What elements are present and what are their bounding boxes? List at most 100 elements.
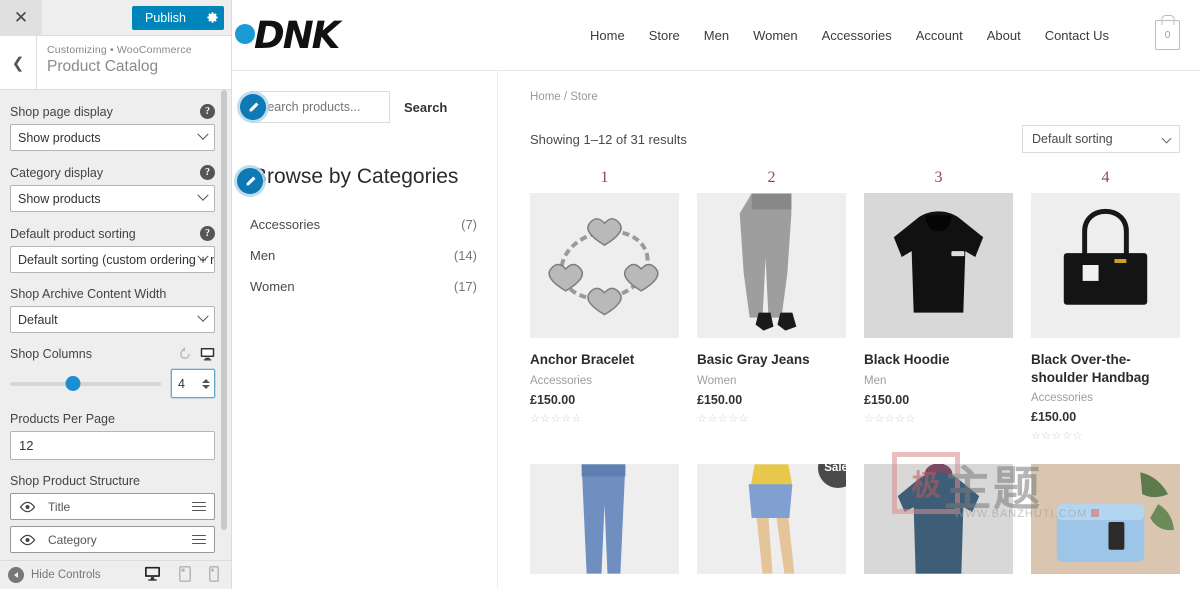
stepper-arrows[interactable] <box>202 378 212 389</box>
product-title[interactable]: Black Over-the-shoulder Handbag <box>1031 351 1180 386</box>
blue-jeans-illustration <box>581 464 626 574</box>
drag-handle-icon[interactable] <box>192 501 206 512</box>
help-icon[interactable]: ? <box>200 165 215 180</box>
slider-thumb[interactable] <box>65 376 81 391</box>
product-rating: ☆☆☆☆☆ <box>530 412 582 425</box>
category-count: (17) <box>453 279 477 294</box>
eye-icon[interactable] <box>19 534 36 546</box>
mobile-icon[interactable] <box>209 565 219 585</box>
category-display-select[interactable]: Show products <box>10 185 215 212</box>
product-card[interactable] <box>1031 464 1180 575</box>
control-label: Category display ? <box>10 165 215 180</box>
product-card[interactable] <box>864 464 1013 575</box>
cart-icon[interactable]: 0 <box>1155 20 1180 50</box>
gear-icon[interactable] <box>199 5 224 30</box>
product-card[interactable]: 1 Anchor Bracelet Accessories £150.00 ☆☆… <box>530 169 679 442</box>
hide-controls-button[interactable]: Hide Controls <box>8 567 101 583</box>
search-button[interactable]: Search <box>390 91 461 123</box>
structure-item-label: Title <box>48 499 71 514</box>
shop-breadcrumb[interactable]: Home / Store <box>530 91 1180 103</box>
product-category: Women <box>697 374 737 387</box>
product-image-basic-gray-jeans[interactable] <box>697 193 846 338</box>
nav-item-women[interactable]: Women <box>753 28 798 43</box>
category-item-accessories[interactable]: Accessories (7) <box>250 209 477 240</box>
product-price: £150.00 <box>864 392 910 407</box>
help-icon[interactable]: ? <box>200 226 215 241</box>
default-product-sorting-select[interactable]: Default sorting (custom ordering + na <box>10 246 215 273</box>
page-title: Product Catalog <box>47 58 159 75</box>
reset-icon[interactable] <box>178 347 192 361</box>
shop-columns-slider[interactable] <box>10 375 161 393</box>
nav-item-account[interactable]: Account <box>916 28 963 43</box>
product-card[interactable]: 3 Black Hoodie Men £150.00 ☆☆☆☆☆ <box>864 169 1013 442</box>
sorting-select[interactable]: Default sorting <box>1022 125 1180 153</box>
product-number: 2 <box>767 169 776 186</box>
product-title[interactable]: Basic Gray Jeans <box>697 351 846 369</box>
chevron-down-icon <box>1161 133 1172 144</box>
product-image-blue-hoodie[interactable] <box>864 464 1013 575</box>
products-per-page-input[interactable] <box>10 431 215 460</box>
scrollbar-thumb[interactable] <box>221 90 227 530</box>
cart-count: 0 <box>1164 29 1171 41</box>
site-preview: DNK Home Store Men Women Accessories Acc… <box>232 0 1200 589</box>
product-number: 1 <box>600 169 609 186</box>
shop-archive-width-select[interactable]: Default <box>10 306 215 333</box>
label-text: Shop Product Structure <box>10 474 140 488</box>
drag-handle-icon[interactable] <box>192 534 206 545</box>
structure-item-category[interactable]: Category <box>10 526 215 553</box>
help-icon[interactable]: ? <box>200 104 215 119</box>
category-item-women[interactable]: Women (17) <box>250 271 477 302</box>
nav-item-about[interactable]: About <box>987 28 1021 43</box>
product-image-denim-shorts[interactable]: Sale! <box>697 464 846 575</box>
product-image-blue-jeans[interactable] <box>530 464 679 575</box>
product-card[interactable]: 2 Basic Gray Jeans Women £150.00 ☆☆☆☆☆ <box>697 169 846 442</box>
desktop-icon[interactable] <box>144 566 161 584</box>
sidebar-scrollbar[interactable] <box>221 90 229 560</box>
nav-item-contact-us[interactable]: Contact Us <box>1045 28 1109 43</box>
product-search-form: Search <box>240 91 477 123</box>
product-title[interactable]: Anchor Bracelet <box>530 351 679 369</box>
customizer-panel-header: ❮ Customizing • WooCommerce Product Catalo… <box>0 36 231 90</box>
nav-item-accessories[interactable]: Accessories <box>822 28 892 43</box>
control-category-display: Category display ? Show products <box>10 165 215 212</box>
control-default-product-sorting: Default product sorting ? Default sortin… <box>10 226 215 273</box>
search-input[interactable] <box>250 91 390 123</box>
product-image-folded-shirt[interactable] <box>1031 464 1180 575</box>
category-item-men[interactable]: Men (14) <box>250 240 477 271</box>
eye-icon[interactable] <box>19 501 36 513</box>
product-image-anchor-bracelet[interactable] <box>530 193 679 338</box>
shop-columns-header: Shop Columns <box>10 347 215 361</box>
control-label: Shop page display ? <box>10 104 215 119</box>
label-text: Category display <box>10 165 104 180</box>
label-text: Products Per Page <box>10 412 115 426</box>
shop-page-display-select[interactable]: Show products <box>10 124 215 151</box>
tablet-icon[interactable] <box>179 565 191 585</box>
site-logo[interactable]: DNK <box>234 14 340 57</box>
sorting-value: Default sorting <box>1032 132 1113 146</box>
product-price: £150.00 <box>530 392 576 407</box>
nav-item-home[interactable]: Home <box>590 28 625 43</box>
nav-item-men[interactable]: Men <box>704 28 729 43</box>
product-image-black-handbag[interactable] <box>1031 193 1180 338</box>
product-card[interactable]: Sale! <box>697 464 846 575</box>
product-card[interactable]: 4 Black Over-the-shoulder Handbag Access… <box>1031 169 1180 442</box>
publish-button[interactable]: Publish <box>132 5 199 30</box>
edit-shortcut-categories-icon[interactable] <box>237 168 263 194</box>
product-title[interactable]: Black Hoodie <box>864 351 1013 369</box>
product-number: 4 <box>1101 169 1110 186</box>
product-grid-row-1: 1 Anchor Bracelet Accessories £150.00 ☆☆… <box>530 169 1180 442</box>
edit-shortcut-search-icon[interactable] <box>240 94 266 120</box>
desktop-icon[interactable] <box>200 347 215 361</box>
structure-item-title[interactable]: Title <box>10 493 215 520</box>
handbag-illustration <box>1063 208 1148 305</box>
product-image-black-hoodie[interactable] <box>864 193 1013 338</box>
product-card[interactable] <box>530 464 679 575</box>
shop-columns-stepper[interactable]: 4 <box>171 369 215 398</box>
nav-item-store[interactable]: Store <box>649 28 680 43</box>
close-icon[interactable]: ✕ <box>0 0 42 36</box>
folded-shirt-illustration <box>1031 464 1180 574</box>
chevron-left-icon[interactable]: ❮ <box>0 36 37 89</box>
chevron-down-icon <box>197 128 209 140</box>
breadcrumb: Customizing • WooCommerce <box>47 44 192 56</box>
blue-hoodie-illustration <box>897 464 980 574</box>
